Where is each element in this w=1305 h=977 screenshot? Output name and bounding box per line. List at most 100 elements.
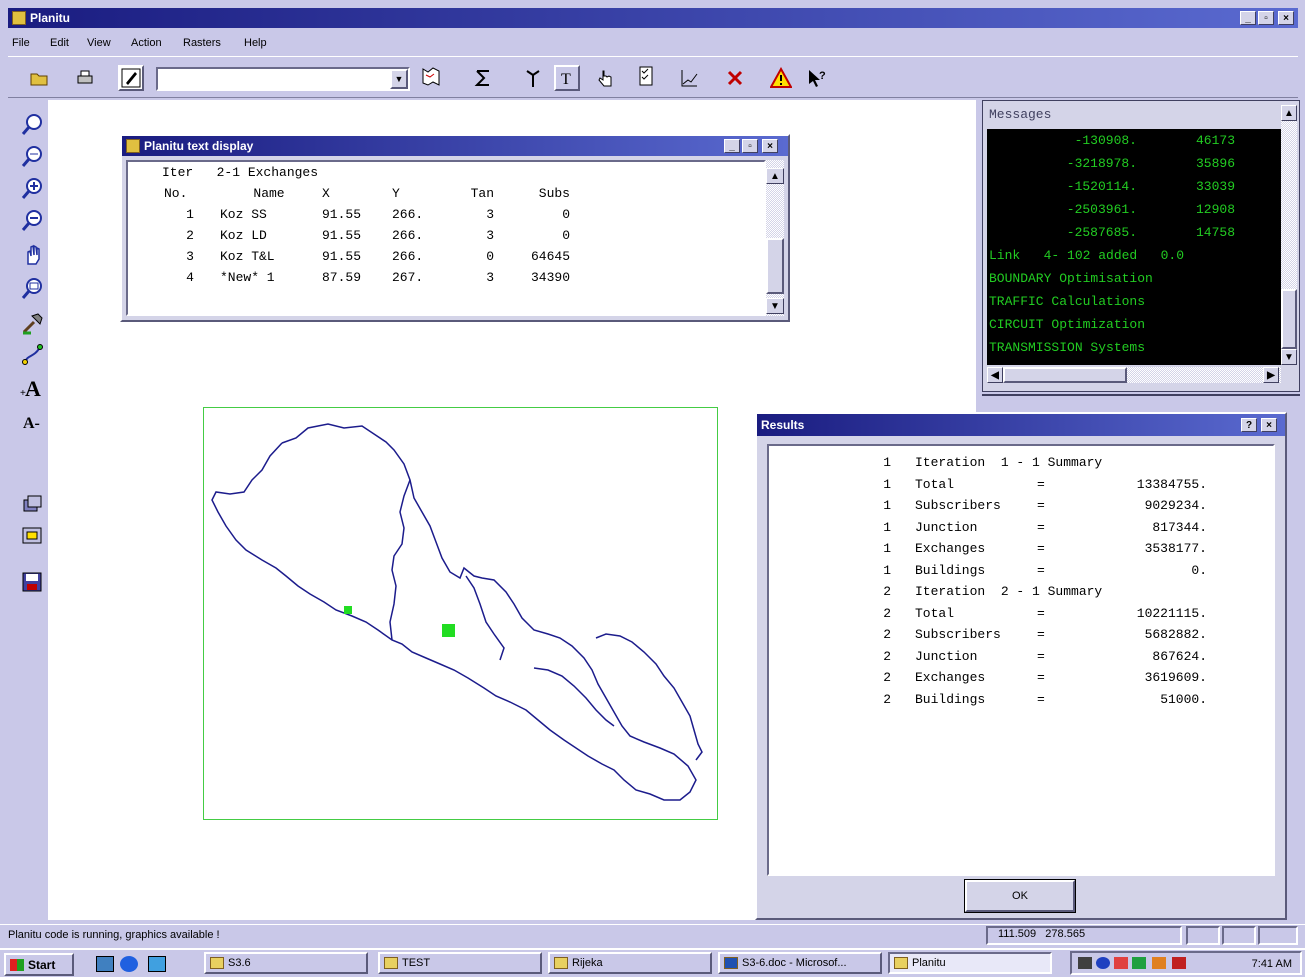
text-display-title-bar: Planitu text display <box>122 136 788 156</box>
hand-pointer-icon[interactable] <box>592 65 618 91</box>
zoom-in-icon[interactable] <box>18 174 48 204</box>
table-row: 3 Koz T&L 91.55 266. 0 64645 <box>162 246 572 267</box>
start-button[interactable]: Start <box>4 953 74 976</box>
close-button[interactable]: × <box>1278 11 1294 25</box>
column-header: Subs <box>538 186 570 201</box>
antenna-icon[interactable] <box>520 65 546 91</box>
left-tool-palette: A + A- <box>8 100 48 920</box>
messages-divider <box>982 394 1300 406</box>
hammer-icon[interactable] <box>18 308 48 338</box>
text-display-close-button[interactable]: × <box>762 139 778 153</box>
menu-help[interactable]: Help <box>244 37 267 49</box>
svg-text:T: T <box>561 71 571 88</box>
scroll-thumb[interactable] <box>1003 367 1127 383</box>
edit-pen-icon[interactable] <box>118 65 144 91</box>
message-line: -1520114. 33039 <box>1066 179 1235 194</box>
menu-action[interactable]: Action <box>131 37 162 49</box>
message-line: -3218978. 35896 <box>1066 156 1235 171</box>
quick-launch-desktop-icon[interactable] <box>96 956 114 972</box>
results-line: 1 Buildings = 0. <box>883 562 1207 578</box>
results-dialog: Results ? × 1 Iteration 1 - 1 Summary 1 To… <box>755 412 1287 920</box>
menu-view[interactable]: View <box>87 37 111 49</box>
zoom-out-icon[interactable] <box>18 206 48 236</box>
menu-edit[interactable]: Edit <box>50 37 69 49</box>
text-tool-icon[interactable]: T <box>554 65 580 91</box>
warning-icon[interactable] <box>768 65 794 91</box>
taskbar-item-s36[interactable]: S3.6 <box>204 952 368 974</box>
pan-hand-icon[interactable] <box>18 240 48 270</box>
table-cell: 266. <box>392 207 424 222</box>
scroll-thumb[interactable] <box>766 238 784 294</box>
messages-console: -130908. 46173 -3218978. 35896 -1520114. 33… <box>987 129 1281 365</box>
network-icon[interactable] <box>1096 957 1110 969</box>
results-help-button[interactable]: ? <box>1241 418 1257 432</box>
text-shrink-icon[interactable]: A- <box>18 406 48 436</box>
save-disk-icon[interactable] <box>18 568 48 598</box>
scroll-up-button[interactable]: ▲ <box>1281 105 1297 121</box>
scroll-up-button[interactable]: ▲ <box>766 168 784 184</box>
table-cell: 3 <box>486 270 494 285</box>
menu-file[interactable]: File <box>12 37 30 49</box>
windows-logo-icon <box>10 958 24 971</box>
scroll-left-button[interactable]: ◀ <box>987 367 1003 383</box>
context-help-icon[interactable]: ? <box>804 65 830 91</box>
tray-app-icon[interactable] <box>1152 957 1166 969</box>
minimize-button[interactable]: _ <box>1240 11 1256 25</box>
menu-rasters[interactable]: Rasters <box>183 37 221 49</box>
link-nodes-icon[interactable] <box>18 340 48 370</box>
column-header: X <box>322 186 330 201</box>
antivirus-icon[interactable] <box>1114 957 1128 969</box>
map-frame[interactable] <box>203 407 718 820</box>
ok-button[interactable]: OK <box>964 879 1076 913</box>
window-icon <box>126 139 140 153</box>
line-chart-icon[interactable] <box>676 65 702 91</box>
tray-app-icon[interactable] <box>1132 957 1146 969</box>
volume-icon[interactable] <box>1078 957 1092 969</box>
taskbar-item-rijeka[interactable]: Rijeka <box>548 952 712 974</box>
results-line: 2 Junction = 867624. <box>883 648 1207 664</box>
text-display-scrollbar[interactable]: ▲ ▼ <box>766 160 784 316</box>
layers-icon[interactable] <box>18 490 48 520</box>
scroll-down-button[interactable]: ▼ <box>766 298 784 314</box>
text-display-maximize-button[interactable]: ▫ <box>742 139 758 153</box>
zoom-extents-icon[interactable] <box>18 274 48 304</box>
taskbar-item-planitu[interactable]: Planitu <box>888 952 1052 974</box>
chevron-down-icon[interactable]: ▼ <box>390 69 408 89</box>
region-boundary <box>211 423 697 801</box>
taskbar-item-word-doc[interactable]: S3-6.doc - Microsof... <box>718 952 882 974</box>
results-close-button[interactable]: × <box>1261 418 1277 432</box>
status-panel-empty <box>1222 926 1256 945</box>
messages-vertical-scrollbar[interactable]: ▲ ▼ <box>1281 105 1297 365</box>
quick-launch-channel-icon[interactable] <box>148 956 166 972</box>
maximize-button[interactable]: ▫ <box>1258 11 1274 25</box>
scroll-right-button[interactable]: ▶ <box>1263 367 1279 383</box>
text-display-minimize-button[interactable]: _ <box>724 139 740 153</box>
scroll-thumb[interactable] <box>1281 289 1297 349</box>
tray-app-icon[interactable] <box>1172 957 1186 969</box>
sigma-icon[interactable] <box>470 65 496 91</box>
folder-icon <box>554 957 568 969</box>
layer-combo[interactable]: ▼ <box>156 67 410 91</box>
taskbar-item-label: S3.6 <box>228 957 251 969</box>
zoom-previous-icon[interactable] <box>18 142 48 172</box>
zoom-icon[interactable] <box>18 110 48 140</box>
raster-icon[interactable] <box>18 522 48 552</box>
table-cell: 266. <box>392 249 424 264</box>
table-cell: 2 <box>186 228 194 243</box>
taskbar-item-test[interactable]: TEST <box>378 952 542 974</box>
map-icon[interactable] <box>418 63 444 89</box>
text-enlarge-icon[interactable]: A + <box>18 372 48 402</box>
messages-horizontal-scrollbar[interactable]: ◀ ▶ <box>987 367 1281 383</box>
taskbar-item-label: TEST <box>402 957 431 969</box>
checklist-icon[interactable] <box>634 63 660 89</box>
results-line: 2 Buildings = 51000. <box>883 691 1207 707</box>
delete-tool-icon[interactable] <box>722 65 748 91</box>
status-bar: Planitu code is running, graphics availa… <box>0 924 1305 946</box>
clock[interactable]: 7:41 AM <box>1252 958 1292 970</box>
scroll-down-button[interactable]: ▼ <box>1281 349 1297 365</box>
print-icon[interactable] <box>72 65 98 91</box>
quick-launch-browser-icon[interactable] <box>120 956 138 972</box>
open-folder-icon[interactable] <box>26 65 52 91</box>
taskbar-item-label: S3-6.doc - Microsof... <box>742 957 847 969</box>
table-cell: Koz SS <box>220 207 267 222</box>
